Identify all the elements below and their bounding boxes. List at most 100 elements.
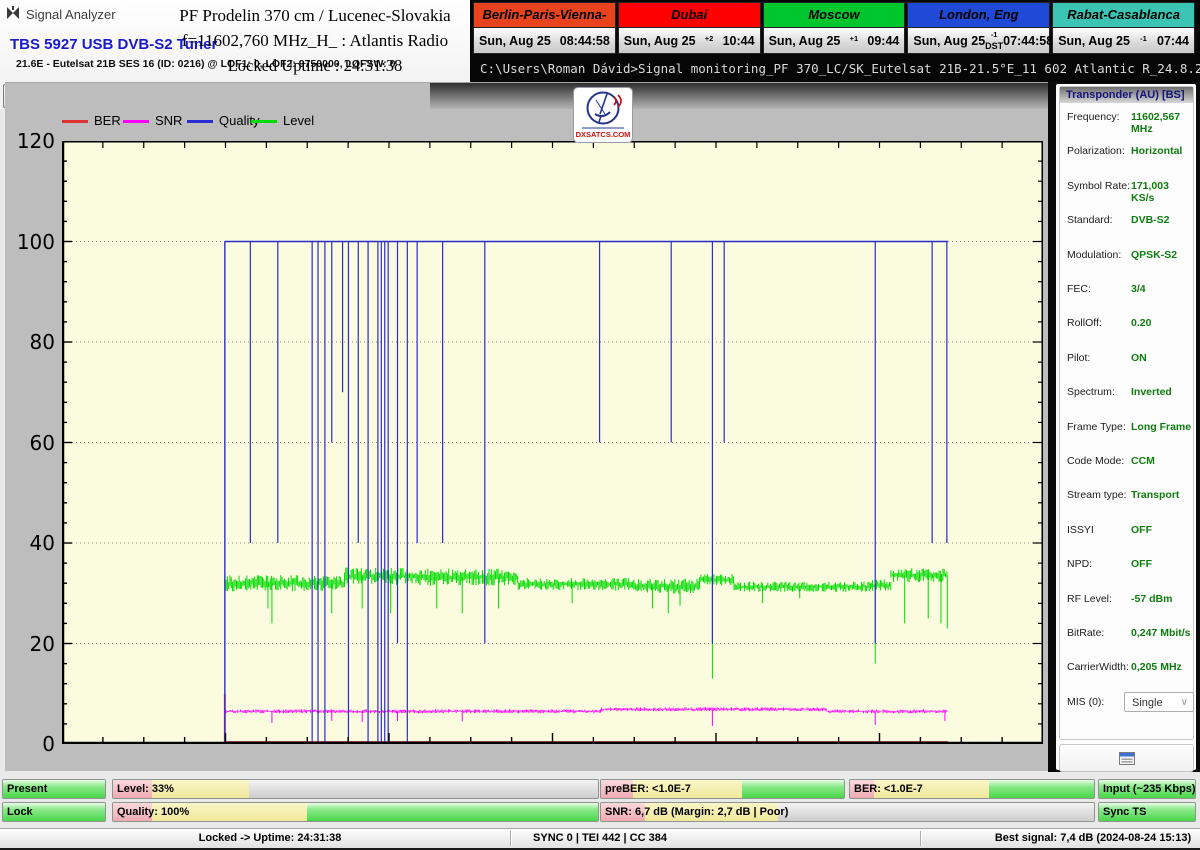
clock-city-label: Berlin-Paris-Vienna-Roma xyxy=(473,2,616,28)
signal-bar-present: Present xyxy=(2,779,106,799)
legend-item-snr: SNR xyxy=(123,113,183,129)
clock-date: Sun, Aug 25 xyxy=(1058,34,1130,48)
transponder-value: 0,247 Mbit/s xyxy=(1131,627,1191,639)
signal-bar-snr: SNR: 6,7 dB (Margin: 2,7 dB | Poor) xyxy=(600,802,1095,822)
bar-fill-green xyxy=(742,780,844,798)
signal-bar-preber: preBER: <1.0E-7 xyxy=(600,779,845,799)
clock-date: Sun, Aug 25 xyxy=(913,34,985,48)
transponder-value: 11602,567 MHz xyxy=(1131,111,1193,135)
clock-rabat-casablanca: Rabat-CasablancaSun, Aug 25-107:44 xyxy=(1052,2,1197,54)
y-tick-label: 40 xyxy=(7,531,55,555)
clock-date: Sun, Aug 25 xyxy=(624,34,696,48)
clock-city-label: Dubai xyxy=(618,2,761,28)
chart-panel: BERSNRQualityLevel 020406080100120 DXSAT… xyxy=(5,82,1048,771)
bar-label: Sync TS xyxy=(1103,803,1146,821)
clock-city-label: Rabat-Casablanca xyxy=(1052,2,1195,28)
clock-time-row: Sun, Aug 2508:44:58 xyxy=(473,28,616,54)
transponder-label: ISSYI xyxy=(1067,524,1094,536)
transponder-label: RF Level: xyxy=(1067,593,1112,605)
world-clocks: Berlin-Paris-Vienna-RomaSun, Aug 2508:44… xyxy=(473,2,1197,54)
transponder-label: Frequency: xyxy=(1067,111,1120,123)
transponder-value: Long Frame xyxy=(1131,421,1191,433)
clock-utc-offset: -1DST xyxy=(985,31,1003,50)
transponder-label: Stream type: xyxy=(1067,489,1127,501)
bar-label: Lock xyxy=(7,803,33,821)
clock-dubai: DubaiSun, Aug 25+210:44 xyxy=(618,2,763,54)
clock-utc-offset: +1 xyxy=(840,35,867,46)
transponder-label: BitRate: xyxy=(1067,627,1104,639)
status-separator xyxy=(510,831,511,846)
signal-bar-lock: Lock xyxy=(2,802,106,822)
legend-label: Level xyxy=(283,113,314,128)
transponder-value: OFF xyxy=(1131,524,1152,536)
transponder-label: Frame Type: xyxy=(1067,421,1126,433)
transponder-label: NPD: xyxy=(1067,558,1092,570)
clock-time-row: Sun, Aug 25-1DST07:44:58 xyxy=(907,28,1050,54)
clock-time: 07:44:58 xyxy=(1003,34,1053,48)
status-separator xyxy=(920,831,921,846)
legend-item-level: Level xyxy=(251,113,311,129)
legend-swatch xyxy=(187,120,213,123)
status-uptime: Locked -> Uptime: 24:31:38 xyxy=(199,829,342,848)
transponder-value: Transport xyxy=(1131,489,1179,501)
clock-time-row: Sun, Aug 25+109:44 xyxy=(763,28,906,54)
legend-swatch xyxy=(251,120,277,123)
locked-uptime-title: Locked Uptime : 24:31:38 xyxy=(150,56,480,76)
clock-utc-offset: -1 xyxy=(1130,35,1157,46)
bar-label: Input (~235 Kbps) xyxy=(1103,780,1196,798)
transponder-label: CarrierWidth: xyxy=(1067,661,1129,673)
transponder-value: CCM xyxy=(1131,455,1155,467)
frequency-title: f=11602,760 MHz_H_ : Atlantis Radio xyxy=(150,31,480,51)
signal-bar-ber: BER: <1.0E-7 xyxy=(849,779,1095,799)
clock-time: 10:44 xyxy=(723,34,755,48)
transponder-label: MIS (0): xyxy=(1067,696,1104,708)
legend-label: BER xyxy=(94,113,121,128)
legend-label: SNR xyxy=(155,113,182,128)
transponder-value: Inverted xyxy=(1131,386,1172,398)
transponder-value: ON xyxy=(1131,352,1147,364)
app-header-area: Signal Analyzer TBS 5927 USB DVB-S2 Tune… xyxy=(0,0,470,82)
transponder-label: Spectrum: xyxy=(1067,386,1115,398)
transponder-label: Symbol Rate: xyxy=(1067,180,1130,192)
clock-city-label: Moscow xyxy=(763,2,906,28)
clock-date: Sun, Aug 25 xyxy=(769,34,841,48)
logo-text-svg: DXSATCS.COM xyxy=(576,130,631,139)
clock-time-row: Sun, Aug 25-107:44 xyxy=(1052,28,1195,54)
clock-london-eng: London, EngSun, Aug 25-1DST07:44:58 xyxy=(907,2,1052,54)
console-prompt-line: C:\Users\Roman Dávid>Signal monitoring_P… xyxy=(480,61,1200,76)
transponder-value: -57 dBm xyxy=(1131,593,1172,605)
transponder-label: Modulation: xyxy=(1067,249,1121,261)
status-bar: Locked -> Uptime: 24:31:38 SYNC 0 | TEI … xyxy=(0,828,1200,849)
transponder-value: 0,205 MHz xyxy=(1131,661,1182,673)
signal-bar-quality: Quality: 100% xyxy=(112,802,599,822)
transponder-sidebar: Transponder (AU) [BS] Frequency: 11602,56… xyxy=(1056,84,1196,770)
mini-window-icon xyxy=(1119,752,1135,765)
bar-fill-silver xyxy=(249,780,598,798)
legend-swatch xyxy=(62,120,88,123)
transponder-label: Polarization: xyxy=(1067,145,1125,157)
mis-select[interactable]: Single∨ xyxy=(1124,692,1194,712)
transponder-label: Code Mode: xyxy=(1067,455,1124,467)
legend-swatch xyxy=(123,120,149,123)
bar-label: BER: <1.0E-7 xyxy=(854,780,923,798)
signal-bar-input-235-kbps-: Input (~235 Kbps) xyxy=(1098,779,1196,799)
legend-item-quality: Quality xyxy=(187,113,247,129)
transponder-label: Standard: xyxy=(1067,214,1113,226)
status-best-signal: Best signal: 7,4 dB (2024-08-24 15:13) xyxy=(995,829,1191,848)
clock-date: Sun, Aug 25 xyxy=(479,34,551,48)
clock-berlin-paris-vienna-roma: Berlin-Paris-Vienna-RomaSun, Aug 2508:44… xyxy=(473,2,618,54)
transponder-value: DVB-S2 xyxy=(1131,214,1170,226)
signal-bar-level: Level: 33% xyxy=(112,779,599,799)
transponder-title: Transponder (AU) [BS] xyxy=(1060,87,1193,103)
y-tick-label: 80 xyxy=(7,330,55,354)
clock-time: 07:44 xyxy=(1157,34,1189,48)
console-window: Berlin-Paris-Vienna-RomaSun, Aug 2508:44… xyxy=(470,0,1200,82)
signal-plot xyxy=(62,141,1043,744)
y-tick-label: 60 xyxy=(7,431,55,455)
ts-info-button[interactable] xyxy=(1059,744,1194,772)
transponder-value: 3/4 xyxy=(1131,283,1146,295)
window-title: Signal Analyzer xyxy=(26,7,116,22)
y-tick-label: 20 xyxy=(7,632,55,656)
transponder-value: QPSK-S2 xyxy=(1131,249,1177,261)
bar-label: preBER: <1.0E-7 xyxy=(605,780,691,798)
